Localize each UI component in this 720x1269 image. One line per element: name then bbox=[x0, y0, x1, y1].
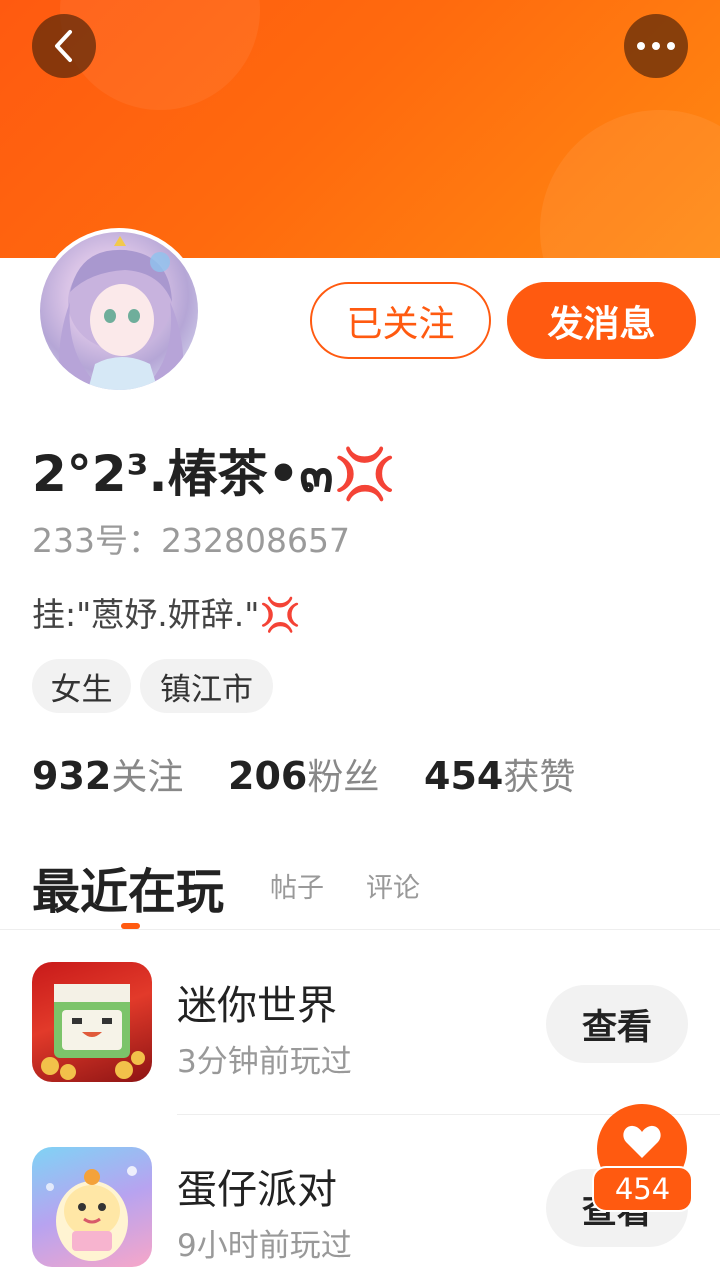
following-stat[interactable]: 932关注 bbox=[32, 748, 183, 800]
city-tag-label: 镇江市 bbox=[160, 671, 253, 708]
chevron-left-icon bbox=[55, 30, 72, 62]
tab-comments[interactable]: 评论 bbox=[366, 866, 420, 905]
username: 2°2³.椿茶•๓💢 bbox=[32, 445, 396, 503]
game-last-played: 3分钟前玩过 bbox=[177, 1044, 352, 1080]
profile-header-banner bbox=[0, 0, 720, 258]
user-avatar-image bbox=[40, 232, 198, 390]
mini-world-icon-art bbox=[41, 984, 145, 1080]
tab-recently-played[interactable]: 最近在玩 bbox=[32, 852, 224, 922]
game-name: 迷你世界 bbox=[177, 983, 337, 1029]
following-count: 932 bbox=[32, 754, 112, 798]
game-name: 蛋仔派对 bbox=[177, 1167, 337, 1213]
eggy-party-icon-art bbox=[46, 1166, 137, 1261]
following-stat-label: 关注 bbox=[111, 757, 184, 798]
gender-tag-label: 女生 bbox=[50, 671, 113, 708]
user-bio: 挂:"蒽妤.妍辞."💢 bbox=[32, 595, 301, 634]
following-label: 已关注 bbox=[346, 303, 455, 345]
like-count-badge: 454 bbox=[592, 1166, 693, 1212]
fans-stat[interactable]: 206粉丝 bbox=[228, 748, 379, 800]
fans-stat-label: 粉丝 bbox=[307, 757, 380, 798]
city-tag: 镇江市 bbox=[140, 659, 273, 713]
send-message-label: 发消息 bbox=[547, 303, 656, 345]
fans-count: 206 bbox=[228, 754, 308, 798]
view-game-label: 查看 bbox=[581, 1007, 652, 1048]
view-game-button[interactable]: 查看 bbox=[546, 985, 688, 1063]
more-button[interactable] bbox=[624, 14, 688, 78]
eggy-party-game-icon[interactable] bbox=[32, 1147, 152, 1267]
game-last-played: 9小时前玩过 bbox=[177, 1228, 352, 1264]
following-button[interactable]: 已关注 bbox=[310, 282, 491, 359]
avatar-illustration bbox=[58, 236, 184, 390]
send-message-button[interactable]: 发消息 bbox=[507, 282, 696, 359]
more-dots-icon bbox=[637, 42, 675, 50]
likes-stat[interactable]: 454获赞 bbox=[424, 748, 575, 800]
gender-tag: 女生 bbox=[32, 659, 131, 713]
back-button[interactable] bbox=[32, 14, 96, 78]
avatar[interactable] bbox=[36, 228, 202, 394]
banner-decoration bbox=[540, 110, 720, 258]
divider bbox=[0, 929, 720, 930]
user-id: 233号：232808657 bbox=[32, 521, 350, 560]
likes-count: 454 bbox=[424, 754, 504, 798]
mini-world-game-icon[interactable] bbox=[32, 962, 152, 1082]
likes-stat-label: 获赞 bbox=[503, 757, 576, 798]
heart-icon bbox=[623, 1125, 661, 1158]
tab-posts[interactable]: 帖子 bbox=[270, 866, 324, 905]
